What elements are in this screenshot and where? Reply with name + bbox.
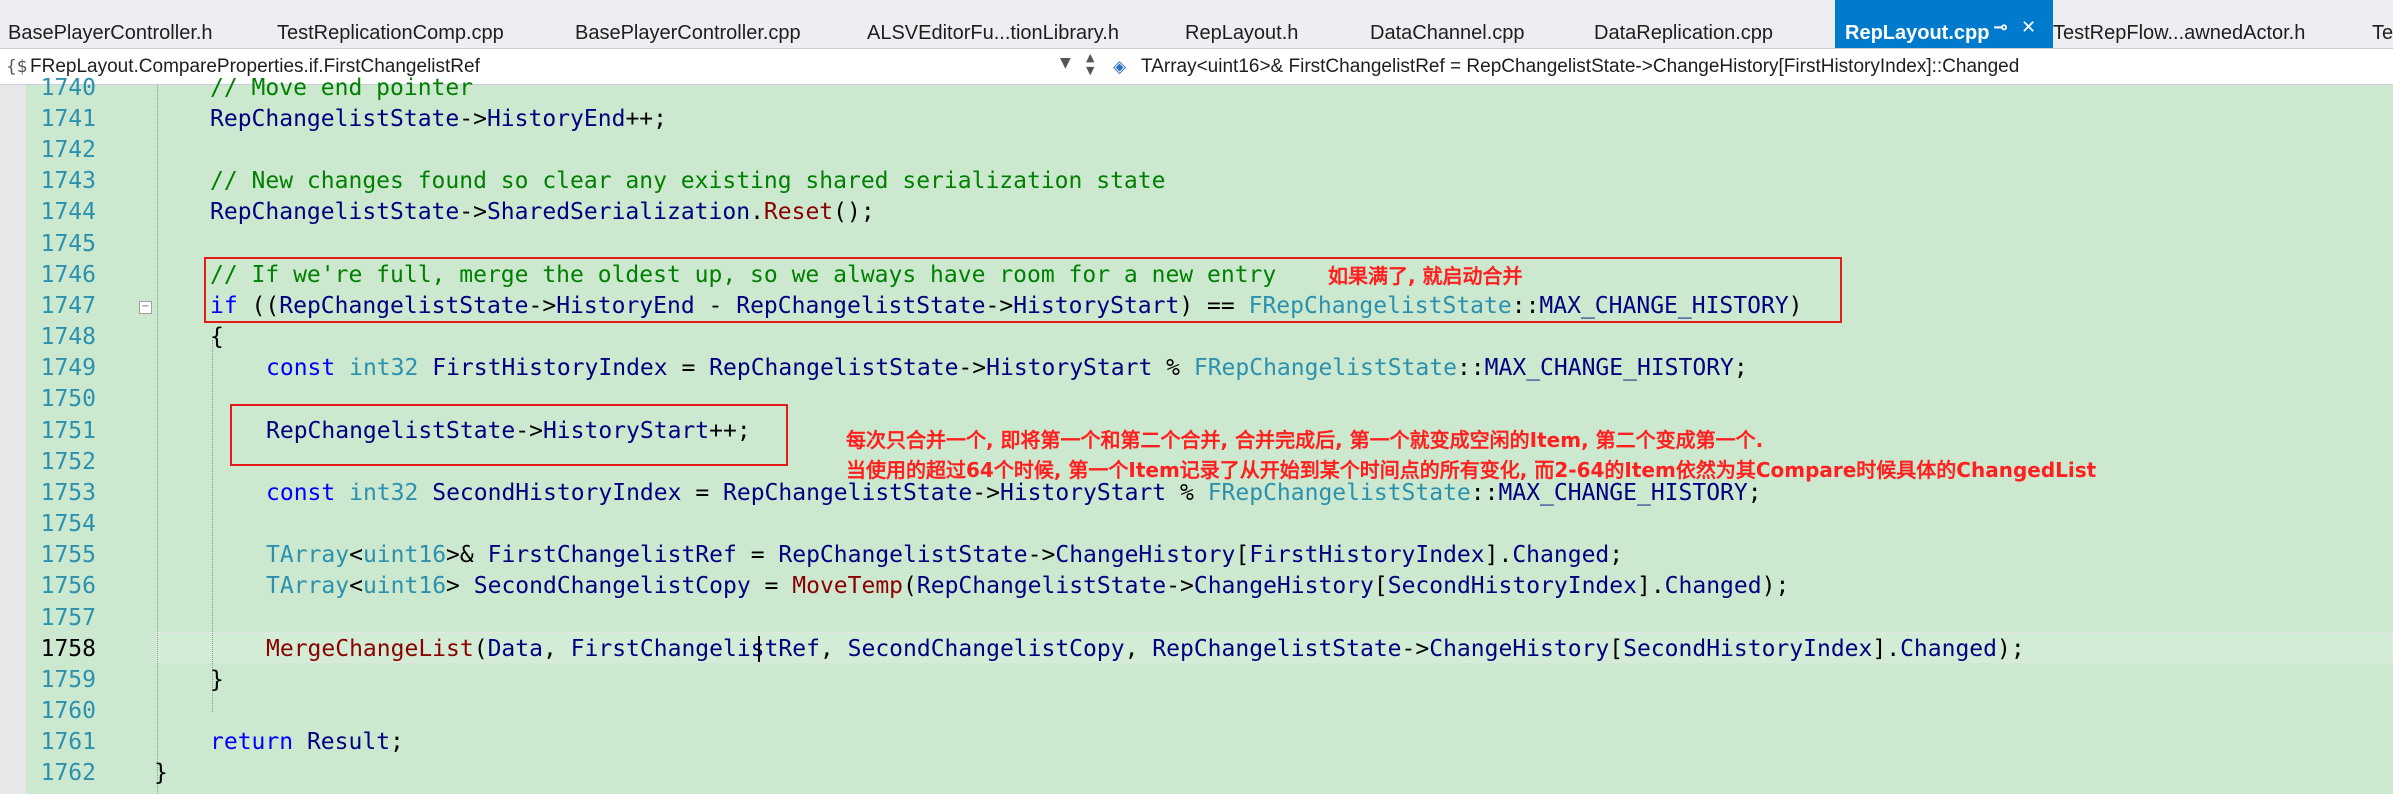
code-line: RepChangelistState->HistoryEnd++; bbox=[210, 106, 667, 132]
member-dropdown[interactable]: TArray<uint16>& FirstChangelistRef = Rep… bbox=[1141, 56, 2019, 78]
line-number: 1746 bbox=[40, 262, 96, 288]
tab-testreplicationcomp-cpp[interactable]: TestReplicationComp.cpp bbox=[277, 0, 504, 48]
collapse-toggle-icon[interactable]: − bbox=[139, 301, 152, 314]
code-line: return Result; bbox=[210, 729, 404, 755]
annotation-note-3: 当使用的超过64个时候, 第一个Item记录了从开始到某个时间点的所有变化, 而… bbox=[846, 458, 2097, 482]
up-down-icon[interactable]: ▲ ▼ bbox=[1086, 51, 1094, 77]
code-line: MergeChangeList(Data, FirstChangelistRef… bbox=[266, 636, 2025, 662]
annotation-box-history-start bbox=[230, 404, 788, 466]
line-number: 1745 bbox=[40, 231, 96, 257]
line-number: 1756 bbox=[40, 573, 96, 599]
line-number: 1753 bbox=[40, 480, 96, 506]
pin-icon[interactable]: ⊸ bbox=[1993, 18, 2008, 38]
tab-overflow[interactable]: Te bbox=[2372, 0, 2393, 48]
line-number: 1752 bbox=[40, 449, 96, 475]
tab-alsveditorfunctionlibrary-h[interactable]: ALSVEditorFu...tionLibrary.h bbox=[867, 0, 1119, 48]
document-tab-bar: BasePlayerController.h TestReplicationCo… bbox=[0, 0, 2393, 49]
line-number: 1744 bbox=[40, 199, 96, 225]
tab-datachannel-cpp[interactable]: DataChannel.cpp bbox=[1370, 0, 1525, 48]
line-number: 1749 bbox=[40, 355, 96, 381]
line-number: 1740 bbox=[40, 75, 96, 101]
line-number: 1748 bbox=[40, 324, 96, 350]
code-line: TArray<uint16>& FirstChangelistRef = Rep… bbox=[266, 542, 1624, 568]
line-number: 1755 bbox=[40, 542, 96, 568]
tab-replayout-h[interactable]: RepLayout.h bbox=[1185, 0, 1298, 48]
indent-guide bbox=[212, 340, 213, 712]
annotation-note-1: 如果满了, 就启动合并 bbox=[1328, 264, 1523, 288]
annotation-note-2: 每次只合并一个, 即将第一个和第二个合并, 合并完成后, 第一个就变成空闲的It… bbox=[846, 428, 1764, 452]
tab-baseplayercontroller-cpp[interactable]: BasePlayerController.cpp bbox=[575, 0, 801, 48]
line-number: 1761 bbox=[40, 729, 96, 755]
close-icon[interactable]: ✕ bbox=[2021, 18, 2036, 38]
code-line: // Move end pointer bbox=[210, 75, 474, 101]
code-line: // New changes found so clear any existi… bbox=[210, 168, 1166, 194]
chevron-down-icon[interactable]: ▼ bbox=[1060, 55, 1071, 71]
line-number: 1762 bbox=[40, 760, 96, 786]
line-number: 1750 bbox=[40, 386, 96, 412]
code-line: RepChangelistState->SharedSerialization.… bbox=[210, 199, 875, 225]
code-line: } bbox=[210, 667, 224, 693]
tab-label: RepLayout.cpp bbox=[1845, 22, 1990, 44]
tab-replayout-cpp[interactable]: RepLayout.cpp ⊸ ✕ bbox=[1835, 0, 2053, 48]
member-icon: ◈ bbox=[1113, 57, 1127, 77]
line-number: 1760 bbox=[40, 698, 96, 724]
line-number: 1741 bbox=[40, 106, 96, 132]
tab-testrepflowspawnedactor-h[interactable]: TestRepFlow...awnedActor.h bbox=[2053, 0, 2305, 48]
line-number: 1757 bbox=[40, 605, 96, 631]
code-line: const int32 FirstHistoryIndex = RepChang… bbox=[266, 355, 1748, 381]
indent-guide bbox=[157, 85, 158, 794]
glyph-margin bbox=[0, 85, 26, 794]
code-editor[interactable]: 1740 1741 1742 1743 1744 1745 1746 1747 … bbox=[0, 75, 2393, 794]
text-caret bbox=[758, 636, 760, 662]
line-number: 1743 bbox=[40, 168, 96, 194]
code-line: { bbox=[210, 324, 224, 350]
code-line: } bbox=[154, 760, 168, 786]
scope-icon: {$ bbox=[6, 57, 28, 77]
code-line: TArray<uint16> SecondChangelistCopy = Mo… bbox=[266, 573, 1790, 599]
line-number: 1751 bbox=[40, 418, 96, 444]
annotation-box-merge-condition bbox=[204, 257, 1842, 323]
line-number: 1742 bbox=[40, 137, 96, 163]
line-number-current: 1758 bbox=[40, 636, 96, 662]
line-number: 1759 bbox=[40, 667, 96, 693]
tab-datareplication-cpp[interactable]: DataReplication.cpp bbox=[1594, 0, 1773, 48]
line-number: 1754 bbox=[40, 511, 96, 537]
line-number: 1747 bbox=[40, 293, 96, 319]
tab-baseplayercontroller-h[interactable]: BasePlayerController.h bbox=[8, 0, 213, 48]
